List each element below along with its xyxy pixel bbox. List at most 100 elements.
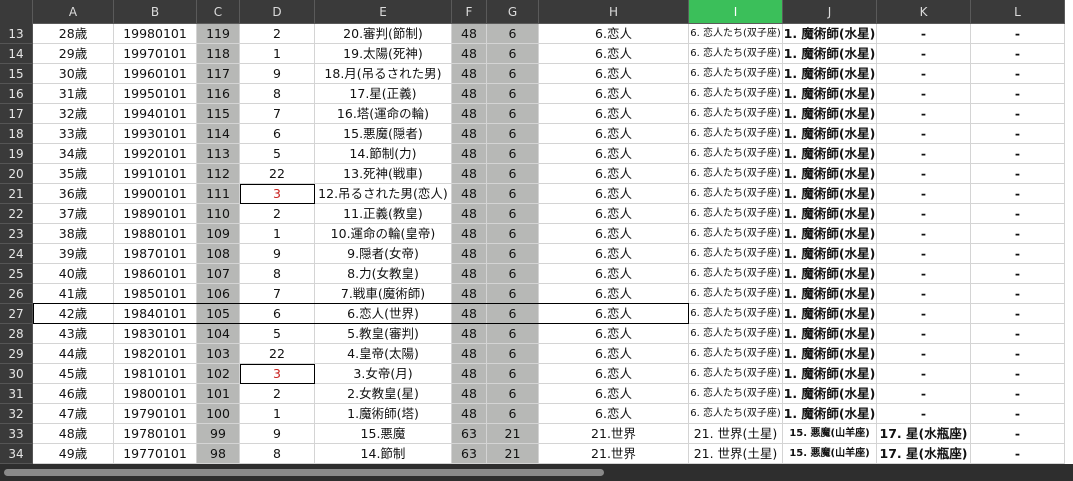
cell-i[interactable]: 6. 恋人たち(双子座) [689, 124, 783, 144]
cell-b[interactable]: 19970101 [114, 44, 197, 64]
cell-l[interactable]: - [971, 184, 1065, 204]
cell-k[interactable]: - [877, 184, 971, 204]
cell-h[interactable]: 6.恋人 [539, 264, 689, 284]
cell-c[interactable]: 99 [197, 424, 240, 444]
cell-e[interactable]: 12.吊るされた男(恋人) [315, 184, 452, 204]
row-header[interactable]: 22 [0, 204, 33, 224]
cell-h[interactable]: 6.恋人 [539, 164, 689, 184]
row-header[interactable]: 13 [0, 24, 33, 44]
cell-e[interactable]: 15.悪魔(隠者) [315, 124, 452, 144]
cell-f[interactable]: 48 [452, 244, 487, 264]
cell-h[interactable]: 6.恋人 [539, 344, 689, 364]
cell-a[interactable]: 34歳 [33, 144, 114, 164]
cell-b[interactable]: 19880101 [114, 224, 197, 244]
cell-e[interactable]: 6.恋人(世界) [315, 304, 452, 324]
row-header[interactable]: 34 [0, 444, 33, 464]
spreadsheet[interactable]: ABCDEFGHIJKL 13 28歳 19980101 119 2 20.審判(節制) 4… [0, 0, 1073, 481]
cell-c[interactable]: 109 [197, 224, 240, 244]
cell-b[interactable]: 19820101 [114, 344, 197, 364]
row-header[interactable]: 26 [0, 284, 33, 304]
cell-l[interactable]: - [971, 124, 1065, 144]
cell-g[interactable]: 6 [487, 184, 539, 204]
cell-c[interactable]: 113 [197, 144, 240, 164]
cell-h[interactable]: 21.世界 [539, 444, 689, 464]
column-header-h[interactable]: H [539, 0, 689, 24]
cell-j[interactable]: 1. 魔術師(水星) [783, 64, 877, 84]
column-header-l[interactable]: L [971, 0, 1065, 24]
cell-c[interactable]: 118 [197, 44, 240, 64]
cell-k[interactable]: - [877, 364, 971, 384]
cell-k[interactable]: - [877, 404, 971, 424]
cell-e[interactable]: 14.節制 [315, 444, 452, 464]
cell-i[interactable]: 21. 世界(土星) [689, 444, 783, 464]
cell-c[interactable]: 116 [197, 84, 240, 104]
cell-i[interactable]: 6. 恋人たち(双子座) [689, 404, 783, 424]
cell-a[interactable]: 43歳 [33, 324, 114, 344]
cell-b[interactable]: 19980101 [114, 24, 197, 44]
cell-d[interactable]: 1 [240, 224, 315, 244]
cell-e[interactable]: 8.力(女教皇) [315, 264, 452, 284]
column-header-a[interactable]: A [33, 0, 114, 24]
cell-d[interactable]: 8 [240, 444, 315, 464]
cell-e[interactable]: 2.女教皇(星) [315, 384, 452, 404]
cell-i[interactable]: 6. 恋人たち(双子座) [689, 364, 783, 384]
cell-d[interactable]: 3 [240, 364, 315, 384]
cell-f[interactable]: 48 [452, 384, 487, 404]
row-header[interactable]: 17 [0, 104, 33, 124]
cell-h[interactable]: 6.恋人 [539, 64, 689, 84]
cell-g[interactable]: 6 [487, 364, 539, 384]
cell-j[interactable]: 1. 魔術師(水星) [783, 344, 877, 364]
cell-k[interactable]: - [877, 224, 971, 244]
row-header[interactable]: 21 [0, 184, 33, 204]
cell-c[interactable]: 111 [197, 184, 240, 204]
cell-i[interactable]: 6. 恋人たち(双子座) [689, 284, 783, 304]
cell-a[interactable]: 35歳 [33, 164, 114, 184]
cell-a[interactable]: 29歳 [33, 44, 114, 64]
column-header-j[interactable]: J [783, 0, 877, 24]
cell-l[interactable]: - [971, 444, 1065, 464]
horizontal-scrollbar[interactable] [0, 464, 1073, 481]
cell-k[interactable]: - [877, 64, 971, 84]
cell-a[interactable]: 44歳 [33, 344, 114, 364]
cell-a[interactable]: 28歳 [33, 24, 114, 44]
cell-h[interactable]: 6.恋人 [539, 44, 689, 64]
cell-h[interactable]: 6.恋人 [539, 364, 689, 384]
row-header[interactable]: 20 [0, 164, 33, 184]
cell-e[interactable]: 10.運命の輪(皇帝) [315, 224, 452, 244]
cell-c[interactable]: 114 [197, 124, 240, 144]
cell-d[interactable]: 5 [240, 144, 315, 164]
cell-e[interactable]: 9.隠者(女帝) [315, 244, 452, 264]
cell-g[interactable]: 6 [487, 284, 539, 304]
cell-d[interactable]: 2 [240, 24, 315, 44]
cell-i[interactable]: 6. 恋人たち(双子座) [689, 344, 783, 364]
cell-i[interactable]: 6. 恋人たち(双子座) [689, 44, 783, 64]
select-all-corner[interactable] [0, 0, 33, 24]
cell-d[interactable]: 3 [240, 184, 315, 204]
cell-i[interactable]: 6. 恋人たち(双子座) [689, 84, 783, 104]
cell-e[interactable]: 4.皇帝(太陽) [315, 344, 452, 364]
cell-a[interactable]: 45歳 [33, 364, 114, 384]
cell-b[interactable]: 19910101 [114, 164, 197, 184]
cell-k[interactable]: - [877, 24, 971, 44]
cell-l[interactable]: - [971, 344, 1065, 364]
cell-h[interactable]: 6.恋人 [539, 144, 689, 164]
cell-g[interactable]: 6 [487, 324, 539, 344]
row-header[interactable]: 32 [0, 404, 33, 424]
cell-i[interactable]: 6. 恋人たち(双子座) [689, 184, 783, 204]
cell-c[interactable]: 102 [197, 364, 240, 384]
cell-e[interactable]: 13.死神(戦車) [315, 164, 452, 184]
cell-c[interactable]: 103 [197, 344, 240, 364]
cell-e[interactable]: 18.月(吊るされた男) [315, 64, 452, 84]
cell-j[interactable]: 15. 悪魔(山羊座) [783, 424, 877, 444]
cell-l[interactable]: - [971, 144, 1065, 164]
cell-l[interactable]: - [971, 84, 1065, 104]
cell-b[interactable]: 19800101 [114, 384, 197, 404]
cell-i[interactable]: 6. 恋人たち(双子座) [689, 224, 783, 244]
cell-d[interactable]: 6 [240, 304, 315, 324]
cell-i[interactable]: 6. 恋人たち(双子座) [689, 304, 783, 324]
cell-a[interactable]: 49歳 [33, 444, 114, 464]
cell-j[interactable]: 1. 魔術師(水星) [783, 84, 877, 104]
cell-a[interactable]: 42歳 [33, 304, 114, 324]
cell-i[interactable]: 6. 恋人たち(双子座) [689, 384, 783, 404]
cell-l[interactable]: - [971, 404, 1065, 424]
